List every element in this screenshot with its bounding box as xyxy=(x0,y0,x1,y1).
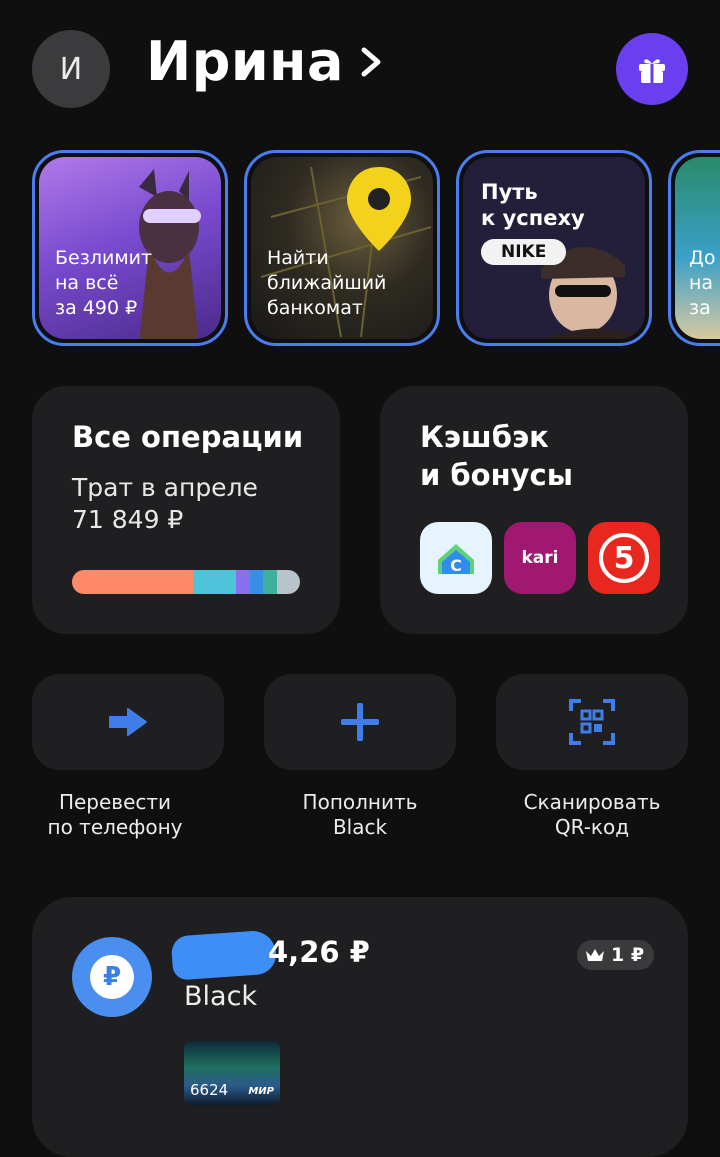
plus-icon xyxy=(341,703,379,741)
spending-segment xyxy=(236,570,250,594)
gift-icon xyxy=(639,59,665,83)
kari-logo-icon[interactable]: kari xyxy=(504,522,576,594)
pyaterochka-label: 5 xyxy=(613,540,635,576)
story-text: Безлимит на всё за 490 ₽ xyxy=(55,247,153,319)
spending-segment xyxy=(72,570,193,594)
all-operations-card[interactable]: Все операции Трат в апреле 71 849 ₽ xyxy=(32,386,340,634)
profile-name-link[interactable]: Ирина xyxy=(146,30,386,93)
top-up-black-label: Пополнить Black xyxy=(302,790,418,839)
bonus-amount: 1 ₽ xyxy=(611,944,645,966)
transfer-by-phone-button[interactable] xyxy=(32,674,224,770)
crown-icon xyxy=(586,949,604,961)
card-network: МИР xyxy=(248,1086,274,1097)
story-title: Путь к успеху xyxy=(481,180,585,230)
kari-label: kari xyxy=(521,548,559,568)
user-name: Ирина xyxy=(146,30,344,93)
nike-badge: NIKE xyxy=(481,239,567,265)
cashback-card[interactable]: Кэшбэк и бонусы C kari 5 xyxy=(380,386,688,634)
bank-card-thumbnail[interactable]: 6624 МИР xyxy=(184,1041,280,1105)
spending-period: Трат в апреле xyxy=(72,473,258,502)
account-balance: 4,26 ₽ xyxy=(268,935,370,969)
card-last4: 6624 xyxy=(190,1081,229,1099)
story-travel[interactable]: До на за xyxy=(668,150,720,346)
account-card[interactable]: ₽ 4,26 ₽ Black 1 ₽ 6624 МИР xyxy=(32,897,688,1157)
avatar[interactable]: И xyxy=(32,30,110,108)
scan-qr-label: Сканировать QR-код xyxy=(523,790,661,839)
spending-segment xyxy=(263,570,278,594)
spending-segment xyxy=(192,570,237,594)
stories-carousel[interactable]: Безлимит на всё за 490 ₽ Найти ближайший… xyxy=(0,150,720,346)
balance-redaction xyxy=(170,929,278,981)
cashback-title: Кэшбэк и бонусы xyxy=(420,420,573,492)
spending-segment xyxy=(249,570,264,594)
svg-text:C: C xyxy=(450,556,462,575)
avatar-initial: И xyxy=(59,51,83,87)
story-text: До на за xyxy=(689,247,716,319)
bonus-badge[interactable]: 1 ₽ xyxy=(577,940,655,970)
chevron-right-icon xyxy=(361,47,381,76)
operations-title: Все операции xyxy=(72,420,304,454)
transfer-by-phone-label: Перевести по телефону xyxy=(47,790,183,839)
spending-segment xyxy=(277,570,300,594)
scan-qr-button[interactable] xyxy=(496,674,688,770)
spending-bar xyxy=(72,570,300,594)
account-name: Black xyxy=(184,981,258,1012)
story-nike[interactable]: Путь к успеху NIKE xyxy=(456,150,652,346)
gift-button[interactable] xyxy=(616,33,688,105)
spending-amount: 71 849 ₽ xyxy=(72,505,184,534)
arrow-right-icon xyxy=(109,708,147,736)
story-unlimited[interactable]: Безлимит на всё за 490 ₽ xyxy=(32,150,228,346)
currency-symbol: ₽ xyxy=(90,955,134,999)
story-find-atm[interactable]: Найти ближайший банкомат xyxy=(244,150,440,346)
top-up-black-button[interactable] xyxy=(264,674,456,770)
story-text: Найти ближайший банкомат xyxy=(267,247,387,319)
pyaterochka-logo-icon[interactable]: 5 xyxy=(588,522,660,594)
qr-scan-icon xyxy=(569,699,615,745)
ruble-account-icon: ₽ xyxy=(72,937,152,1017)
cian-logo-icon[interactable]: C xyxy=(420,522,492,594)
